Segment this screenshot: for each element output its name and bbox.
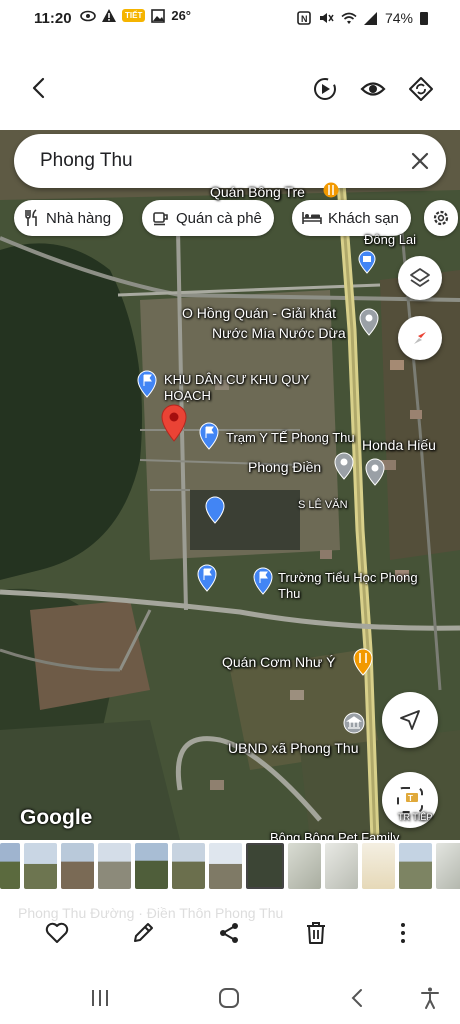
chip-label: Quán cà phê <box>176 209 262 227</box>
thumbnail-strip <box>0 843 460 893</box>
share-icon[interactable] <box>216 920 242 946</box>
layers-icon <box>410 268 430 287</box>
food-pin-icon <box>353 648 373 676</box>
red-location-pin-icon <box>161 404 187 442</box>
coffee-icon <box>153 212 168 226</box>
map-screenshot: Phong Thu Nhà hàng Quán cà phê Khách sạn… <box>0 130 460 840</box>
food-pin-icon <box>323 182 339 198</box>
flag-pin-icon <box>137 370 157 398</box>
gray-pin-icon <box>359 308 379 336</box>
chip-hotels[interactable]: Khách sạn <box>292 200 411 236</box>
status-temperature: 26° <box>171 8 192 23</box>
back-arrow-icon[interactable] <box>28 76 52 100</box>
motion-photo-icon[interactable] <box>312 76 338 102</box>
thumbnail[interactable] <box>362 843 395 889</box>
label-truong-line2: Thu <box>278 586 301 601</box>
government-building-icon <box>343 712 365 734</box>
settings-gear-icon <box>433 210 449 226</box>
viewer-top-bar <box>0 40 460 130</box>
label-khu-dan-cu-line2: HOẠCH <box>164 388 211 403</box>
status-system-icons: N 74% <box>297 10 428 26</box>
flag-pin-icon <box>199 422 219 450</box>
delete-trash-icon[interactable] <box>303 920 329 946</box>
home-icon[interactable] <box>217 986 241 1010</box>
trtiep-label: TR TIẾP <box>398 812 433 822</box>
label-tram-y-te: Trạm Y TẾ Phong Thu <box>226 430 355 445</box>
label-ubnd: UBND xã Phong Thu <box>228 740 359 756</box>
label-hong-quan-line1: O Hồng Quán - Giải khát <box>182 305 337 321</box>
thumbnail[interactable] <box>24 843 57 889</box>
clear-search-icon[interactable] <box>408 149 432 173</box>
eye-notification-icon <box>80 10 96 21</box>
accessibility-icon[interactable] <box>418 986 442 1010</box>
my-location-button[interactable] <box>382 692 438 748</box>
thumbnail[interactable] <box>172 843 205 889</box>
label-bong-bong-pet: Bông Bông Pet Family <box>270 830 400 840</box>
thumbnail[interactable] <box>325 843 358 889</box>
thumbnail[interactable] <box>61 843 94 889</box>
chip-label: Nhà hàng <box>46 209 112 227</box>
system-navigation-bar <box>0 970 460 1024</box>
google-attribution: Google <box>20 806 93 829</box>
chip-coffee[interactable]: Quán cà phê <box>142 200 274 236</box>
signal-icon <box>363 11 377 25</box>
battery-icon <box>420 11 428 25</box>
nfc-icon: N <box>297 11 311 25</box>
favorite-heart-icon[interactable] <box>44 920 70 946</box>
label-phong-dien: Phong Điền <box>248 459 322 475</box>
thumbnail[interactable] <box>135 843 168 889</box>
map-search-value: Phong Thu <box>40 150 133 171</box>
recent-apps-icon[interactable] <box>88 986 112 1010</box>
thumbnail[interactable] <box>436 843 460 889</box>
battery-percent: 74% <box>384 10 413 26</box>
status-notification-icons: TIẾT 26° <box>80 8 191 23</box>
app-badge-icon: TIẾT <box>122 9 146 22</box>
thumbnail[interactable] <box>0 843 20 889</box>
map-search-box[interactable]: Phong Thu <box>14 134 446 188</box>
label-truong-line1: Trường Tiểu Học Phong <box>278 570 418 585</box>
wifi-icon <box>341 12 357 24</box>
label-quan-bong-tre: Quán Bông Tre <box>210 184 305 200</box>
bed-icon <box>302 212 322 224</box>
label-dong-lai: Đông Lai <box>364 232 417 247</box>
thumbnail-selected[interactable] <box>246 843 284 889</box>
blue-pin-icon <box>205 496 225 524</box>
remaster-icon[interactable] <box>408 76 434 102</box>
warning-icon <box>102 9 116 22</box>
more-options-icon[interactable] <box>390 920 416 946</box>
svg-text:N: N <box>301 14 308 24</box>
shopping-pin-icon <box>358 250 376 274</box>
chip-more[interactable] <box>424 200 458 236</box>
thumbnail[interactable] <box>98 843 131 889</box>
label-honda-hieu: Honda Hiếu <box>362 437 436 453</box>
status-time: 11:20 <box>34 10 72 27</box>
label-hong-quan-line2: Nước Mía Nước Dừa <box>212 325 346 341</box>
photo-action-bar <box>0 910 460 960</box>
flag-pin-icon <box>197 564 217 592</box>
gray-pin-icon <box>365 458 385 486</box>
thumbnail[interactable] <box>399 843 432 889</box>
flag-pin-icon <box>253 567 273 595</box>
svg-text:T: T <box>408 794 413 803</box>
chip-label: Khách sạn <box>328 209 399 227</box>
mute-icon <box>319 13 334 23</box>
chip-restaurants[interactable]: Nhà hàng <box>14 200 124 236</box>
label-quan-com-nhu-y: Quán Cơm Như Ý <box>222 654 336 670</box>
back-nav-icon[interactable] <box>346 986 370 1010</box>
compass-button[interactable] <box>398 316 442 360</box>
thumbnail[interactable] <box>209 843 242 889</box>
label-khu-dan-cu-line1: KHU DÂN CƯ KHU QUY <box>164 372 310 387</box>
restaurant-icon <box>25 209 37 226</box>
status-bar: 11:20 TIẾT 26° N 74% <box>0 0 460 40</box>
layers-button[interactable] <box>398 256 442 300</box>
gallery-notification-icon <box>151 8 166 23</box>
gray-pin-icon <box>334 452 354 480</box>
label-le-van: S LÊ VĂN <box>298 499 348 511</box>
compass-icon <box>414 332 426 344</box>
thumbnail[interactable] <box>288 843 321 889</box>
edit-pencil-icon[interactable] <box>130 920 156 946</box>
eye-icon[interactable] <box>360 76 386 102</box>
navigation-arrow-icon <box>400 710 420 730</box>
